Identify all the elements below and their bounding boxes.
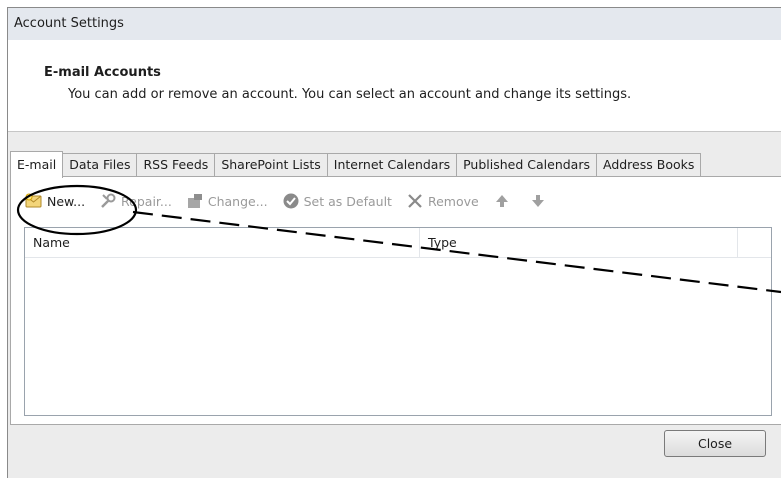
new-account-icon <box>25 192 43 210</box>
column-header-name[interactable]: Name <box>25 228 420 257</box>
tab-sharepoint-lists[interactable]: SharePoint Lists <box>215 153 328 177</box>
column-header-type[interactable]: Type <box>420 228 738 257</box>
tab-address-books[interactable]: Address Books <box>596 153 702 177</box>
set-as-default-button[interactable]: Set as Default <box>278 189 396 213</box>
tab-rss-feeds[interactable]: RSS Feeds <box>137 153 216 177</box>
new-button[interactable]: New... <box>21 189 89 213</box>
header-title: E-mail Accounts <box>44 65 161 80</box>
email-tab-panel: New... Repair... Change... Set as Defaul… <box>10 176 781 425</box>
remove-button-label: Remove <box>427 193 479 209</box>
move-down-button[interactable] <box>525 189 555 213</box>
tab-data-files[interactable]: Data Files <box>63 153 138 177</box>
change-icon <box>186 192 204 210</box>
tab-internet-calendars[interactable]: Internet Calendars <box>327 153 458 177</box>
window-title: Account Settings <box>8 8 781 40</box>
remove-button[interactable]: Remove <box>402 189 483 213</box>
set-as-default-label: Set as Default <box>303 193 392 209</box>
dialog-header: E-mail Accounts You can add or remove an… <box>8 40 781 132</box>
set-default-icon <box>282 192 300 210</box>
tab-email[interactable]: E-mail <box>10 151 64 178</box>
new-button-label: New... <box>47 193 86 209</box>
accounts-list[interactable]: Name Type <box>24 227 772 416</box>
move-down-icon <box>529 192 547 210</box>
repair-button[interactable]: Repair... <box>95 189 176 213</box>
change-button[interactable]: Change... <box>182 189 272 213</box>
change-button-label: Change... <box>207 193 268 209</box>
tab-strip: E-mail Data Files RSS Feeds SharePoint L… <box>10 150 702 178</box>
move-up-button[interactable] <box>489 189 519 213</box>
tab-published-calendars[interactable]: Published Calendars <box>457 153 597 177</box>
header-description: You can add or remove an account. You ca… <box>68 87 632 102</box>
column-header-spacer <box>738 228 771 257</box>
remove-icon <box>406 192 424 210</box>
account-toolbar: New... Repair... Change... Set as Defaul… <box>21 189 561 213</box>
close-button[interactable]: Close <box>664 430 766 457</box>
list-header: Name Type <box>25 228 771 258</box>
repair-button-label: Repair... <box>121 193 172 209</box>
repair-icon <box>99 192 117 210</box>
move-up-icon <box>493 192 511 210</box>
